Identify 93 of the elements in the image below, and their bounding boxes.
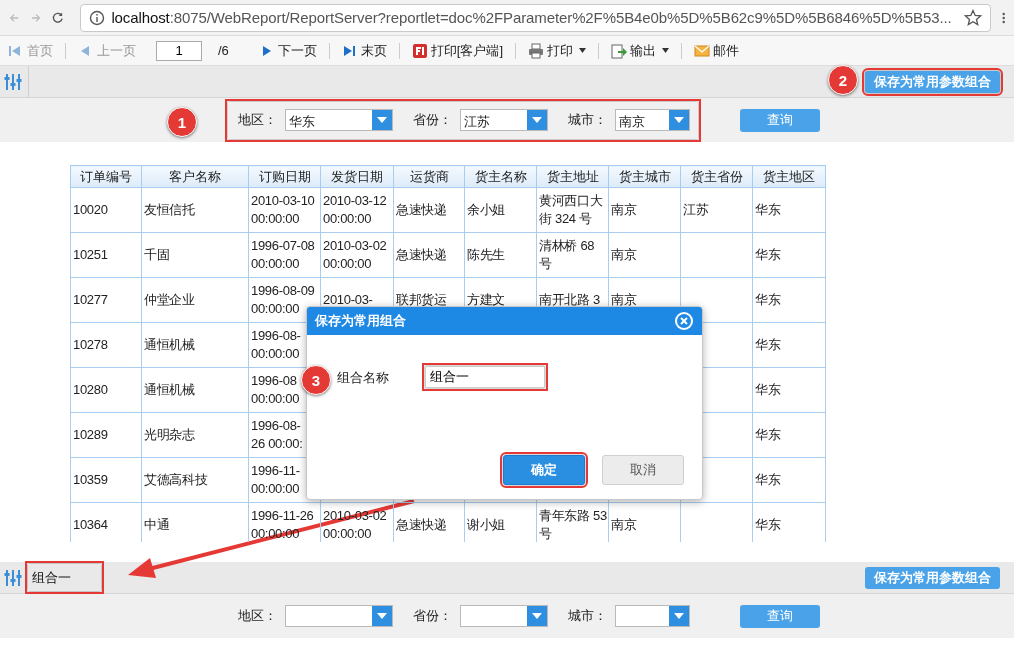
table-cell: 南京: [608, 502, 681, 542]
table-cell: 华东: [752, 457, 826, 503]
table-cell: 中通: [141, 502, 249, 542]
table-cell: 南京: [608, 187, 681, 233]
table-cell: 华东: [752, 187, 826, 233]
table-cell: 2010-03-12 00:00:00: [320, 187, 394, 233]
table-cell: 余小姐: [464, 187, 537, 233]
caret-icon: [674, 613, 684, 619]
saved-combination-item[interactable]: 组合一: [28, 564, 101, 591]
column-header[interactable]: 货主城市: [608, 165, 681, 188]
dropdown-field[interactable]: [460, 605, 548, 627]
column-header[interactable]: 货主省份: [680, 165, 753, 188]
toolbar-button[interactable]: 末页: [337, 39, 391, 62]
table-cell: 急速快递: [393, 502, 465, 542]
info-icon[interactable]: [89, 9, 106, 26]
toolbar-button[interactable]: 下一页: [254, 39, 321, 62]
table-cell: 青年东路 53 号: [536, 502, 609, 542]
caret-icon: [377, 117, 387, 123]
table-cell: 10359: [70, 457, 142, 503]
toolbar-button[interactable]: 打印[客户端]: [407, 39, 508, 62]
table-cell: 10278: [70, 322, 142, 368]
caret-icon: [579, 48, 587, 53]
caret-icon: [674, 117, 684, 123]
table-cell: 华东: [752, 412, 826, 458]
table-cell: 南京: [608, 232, 681, 278]
table-cell: 千固: [141, 232, 249, 278]
table-cell: 通恒机械: [141, 367, 249, 413]
table-cell: 10364: [70, 502, 142, 542]
envelope-icon: [694, 42, 711, 59]
field-label: 地区：: [238, 111, 277, 129]
table-cell: 清林桥 68 号: [536, 232, 609, 278]
page-total: /6: [218, 43, 229, 58]
caret-icon: [532, 117, 542, 123]
close-icon[interactable]: [674, 311, 694, 331]
table-cell: 江苏: [680, 187, 753, 233]
table-cell: 友恒信托: [141, 187, 249, 233]
table-cell: 陈先生: [464, 232, 537, 278]
table-cell: 急速快递: [393, 187, 465, 233]
table-cell: 10280: [70, 367, 142, 413]
star-icon[interactable]: [963, 8, 982, 27]
table-cell: 2010-03-02 00:00:00: [320, 232, 394, 278]
field-label: 城市：: [568, 111, 607, 129]
column-header[interactable]: 运货商: [393, 165, 465, 188]
toolbar-button[interactable]: 邮件: [690, 39, 744, 62]
toolbar-button[interactable]: 输出: [607, 39, 674, 62]
printer-icon: [528, 42, 545, 59]
field-label: 城市：: [568, 607, 607, 625]
caret-icon: [532, 613, 542, 619]
table-cell: 华东: [752, 322, 826, 368]
field-label: 省份：: [413, 607, 452, 625]
column-header[interactable]: 货主地区: [752, 165, 826, 188]
field-label: 地区：: [238, 607, 277, 625]
column-header[interactable]: 货主地址: [536, 165, 609, 188]
column-header[interactable]: 客户名称: [141, 165, 249, 188]
table-cell: 10251: [70, 232, 142, 278]
field-label: 省份：: [413, 111, 452, 129]
table-cell: 华东: [752, 502, 826, 542]
document-icon: [411, 42, 428, 59]
dropdown-field[interactable]: 南京: [615, 109, 690, 131]
column-header[interactable]: 订单编号: [70, 165, 142, 188]
table-cell: 10277: [70, 277, 142, 323]
table-cell: 1996-07-08 00:00:00: [248, 232, 321, 278]
table-cell: 10020: [70, 187, 142, 233]
table-cell: 华东: [752, 367, 826, 413]
toolbar-button[interactable]: 打印: [524, 39, 591, 62]
table-cell: 艾德高科技: [141, 457, 249, 503]
table-cell: 2010-03-10 00:00:00: [248, 187, 321, 233]
table-cell: 华东: [752, 277, 826, 323]
dropdown-field[interactable]: 江苏: [460, 109, 548, 131]
combination-name-field[interactable]: 组合一: [425, 366, 545, 388]
caret-icon: [377, 613, 387, 619]
dropdown-field[interactable]: [615, 605, 690, 627]
address-bar[interactable]: localhost:8075/WebReport/ReportServer?reportlet=doc%2FParameter%2F%5B4e0b%5D%5B62c9%5D%5B6846%5D%5B53...: [80, 3, 991, 32]
cancel-button[interactable]: 取消: [602, 455, 684, 485]
column-header[interactable]: 货主名称: [464, 165, 537, 188]
sliders-icon[interactable]: [4, 72, 22, 91]
sliders-icon[interactable]: [4, 568, 22, 587]
dropdown-field[interactable]: [285, 605, 393, 627]
column-header[interactable]: 发货日期: [320, 165, 394, 188]
caret-icon: [662, 48, 670, 53]
page-number-field[interactable]: 1: [156, 40, 202, 61]
export-icon: [611, 42, 628, 59]
table-cell: 谢小姐: [464, 502, 537, 542]
table-cell: 通恒机械: [141, 322, 249, 368]
table-cell: 光明杂志: [141, 412, 249, 458]
table-cell: 10289: [70, 412, 142, 458]
column-header[interactable]: 订购日期: [248, 165, 321, 188]
table-cell: 黄河西口大街 324 号: [536, 187, 609, 233]
field-label: 组合名称: [337, 369, 389, 387]
table-cell: 急速快递: [393, 232, 465, 278]
dropdown-field[interactable]: 华东: [285, 109, 393, 131]
table-cell: 华东: [752, 232, 826, 278]
table-cell: 仲堂企业: [141, 277, 249, 323]
